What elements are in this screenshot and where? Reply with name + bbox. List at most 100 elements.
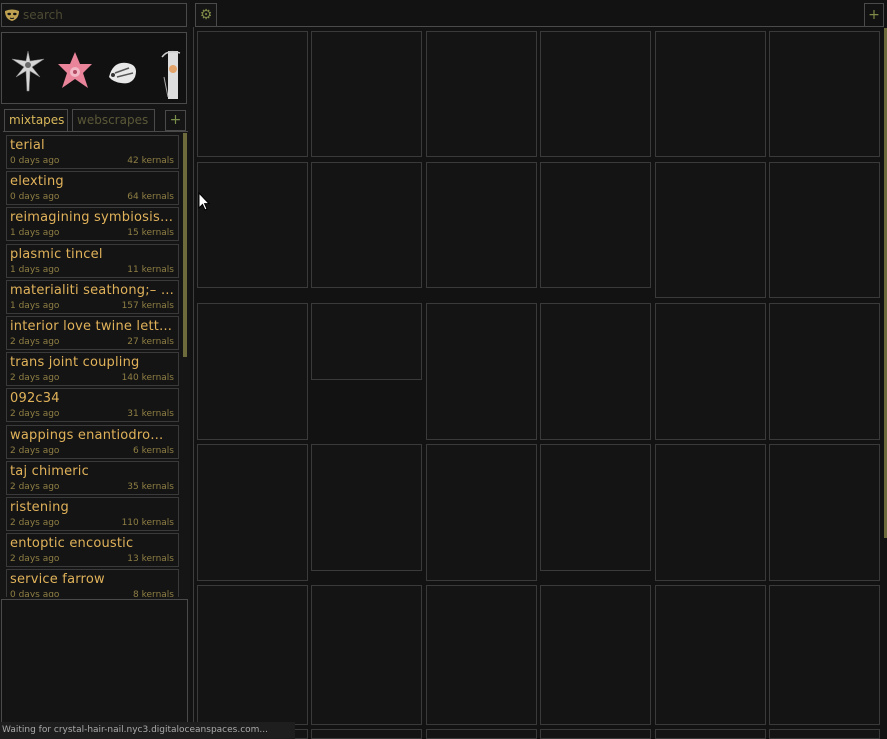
curled-creature-image[interactable] xyxy=(105,53,141,89)
pink-star-image[interactable] xyxy=(57,51,93,91)
list-item[interactable]: reimagining symbiosis a… 1 days ago 15 ker… xyxy=(6,207,179,242)
gear-icon[interactable]: ⚙ xyxy=(195,3,217,27)
mixtape-age: 0 days ago xyxy=(10,590,60,597)
list-item[interactable]: wappings enantiodromol… 2 days ago 6 kerna… xyxy=(6,424,179,459)
kernel-tile[interactable] xyxy=(540,162,651,288)
mixtape-age: 2 days ago xyxy=(10,518,60,528)
kernel-tile[interactable] xyxy=(769,585,880,725)
kernel-tile[interactable] xyxy=(197,31,308,157)
mixtape-age: 2 days ago xyxy=(10,337,60,347)
mixtape-title: wappings enantiodromol… xyxy=(10,427,176,443)
list-item[interactable]: entoptic encoustic 2 days ago 13 kernals xyxy=(6,533,179,568)
kernel-tile[interactable] xyxy=(540,444,651,571)
mixtape-kernel-count: 35 kernals xyxy=(127,481,174,492)
tab-webscrapes[interactable]: webscrapes xyxy=(72,109,155,131)
kernel-tile[interactable] xyxy=(655,162,766,298)
sidebar-scrollbar[interactable] xyxy=(183,133,187,357)
list-item[interactable]: elexting 0 days ago 64 kernals xyxy=(6,171,179,206)
kernel-tile[interactable] xyxy=(769,162,880,298)
mixtape-kernel-count: 8 kernals xyxy=(133,590,174,597)
kernel-tile[interactable] xyxy=(197,444,308,581)
kernel-tile[interactable] xyxy=(197,162,308,288)
mixtape-kernel-count: 6 kernals xyxy=(133,445,174,456)
list-item[interactable]: taj chimeric 2 days ago 35 kernals xyxy=(6,460,179,495)
mixtape-age: 1 days ago xyxy=(10,300,60,311)
kernel-tile[interactable] xyxy=(655,31,766,157)
kernel-tile[interactable] xyxy=(769,444,880,581)
mixtape-age: 0 days ago xyxy=(10,156,60,166)
mixtape-kernel-count: 140 kernals xyxy=(121,373,174,384)
kernel-tile[interactable] xyxy=(769,31,880,157)
kernel-tile[interactable] xyxy=(540,585,651,725)
tab-mixtapes[interactable]: mixtapes xyxy=(4,109,68,131)
mixtape-age: 2 days ago xyxy=(10,554,60,565)
mixtape-age: 1 days ago xyxy=(10,228,60,239)
kernel-tile[interactable] xyxy=(426,31,537,157)
list-item[interactable]: ristening 2 days ago 110 kernals xyxy=(6,497,179,531)
mixtape-title: entoptic encoustic xyxy=(10,536,134,552)
kernel-tile[interactable] xyxy=(769,729,880,739)
kernel-tile[interactable] xyxy=(540,729,651,739)
kernel-tile[interactable] xyxy=(426,162,537,288)
mixtape-title: service farrow xyxy=(10,572,105,588)
kernel-tile[interactable] xyxy=(540,31,651,157)
kernel-tile[interactable] xyxy=(311,729,422,739)
featured-images xyxy=(1,32,187,104)
winged-figure-image[interactable] xyxy=(10,49,46,93)
list-item[interactable]: materialiti seathong;– k… 1 days ago 157 k… xyxy=(6,279,179,314)
sidebar: mixtapes webscrapes + terial 0 days ago 42… xyxy=(0,0,190,739)
mixtape-kernel-count: 110 kernals xyxy=(121,518,174,528)
mixtape-title: terial xyxy=(10,138,45,153)
kernel-tile[interactable] xyxy=(311,585,422,725)
kernel-tile[interactable] xyxy=(540,303,651,440)
kernel-tile[interactable] xyxy=(769,303,880,440)
sidebar-lower-panel xyxy=(1,599,188,723)
kernel-tile[interactable] xyxy=(311,162,422,288)
kernel-tile[interactable] xyxy=(311,444,422,571)
cursor-icon xyxy=(198,192,210,211)
kernel-tile[interactable] xyxy=(311,303,422,380)
mixtape-kernel-count: 15 kernals xyxy=(127,228,174,239)
mixtape-list[interactable]: terial 0 days ago 42 kernals elexting 0 days… xyxy=(3,131,188,597)
search-input[interactable] xyxy=(23,6,183,24)
list-item[interactable]: trans joint coupling 2 days ago 140 kernal… xyxy=(6,352,179,387)
mixtape-title: ristening xyxy=(10,500,69,515)
list-item[interactable]: 092c34 2 days ago 31 kernals xyxy=(6,388,179,423)
mixtape-title: interior love twine lette… xyxy=(10,319,176,334)
mask-icon xyxy=(4,7,20,23)
mixtape-age: 2 days ago xyxy=(10,409,60,420)
mixtape-age: 2 days ago xyxy=(10,373,60,384)
kernel-tile[interactable] xyxy=(311,31,422,157)
kernel-tile[interactable] xyxy=(197,303,308,440)
mixtape-kernel-count: 31 kernals xyxy=(127,409,174,420)
mixtape-age: 2 days ago xyxy=(10,481,60,492)
status-bar: Waiting for crystal-hair-nail.nyc3.digit… xyxy=(0,722,295,739)
kernel-tile[interactable] xyxy=(655,444,766,581)
mixtape-kernel-count: 157 kernals xyxy=(121,300,174,311)
list-item[interactable]: service farrow 0 days ago 8 kernals xyxy=(6,569,179,597)
kernel-tile[interactable] xyxy=(426,444,537,581)
kernel-tile[interactable] xyxy=(655,585,766,725)
add-button[interactable]: + xyxy=(864,3,884,27)
mixtape-kernel-count: 42 kernals xyxy=(127,156,174,166)
kernel-tile[interactable] xyxy=(426,729,537,739)
mixtape-age: 1 days ago xyxy=(10,264,60,275)
mixtape-age: 2 days ago xyxy=(10,445,60,456)
tall-figure-image[interactable] xyxy=(158,47,184,101)
list-item[interactable]: plasmic tincel 1 days ago 11 kernals xyxy=(6,243,179,278)
kernel-tile[interactable] xyxy=(426,303,537,440)
add-tab-button[interactable]: + xyxy=(165,110,186,131)
mixtape-title: taj chimeric xyxy=(10,463,89,479)
mixtape-kernel-count: 13 kernals xyxy=(127,554,174,565)
search-box[interactable] xyxy=(1,3,187,27)
kernel-tile[interactable] xyxy=(197,585,308,725)
kernel-tile[interactable] xyxy=(655,729,766,739)
mixtape-title: trans joint coupling xyxy=(10,355,140,371)
list-item[interactable]: interior love twine lette… 2 days ago 27 k… xyxy=(6,316,179,350)
mixtape-title: plasmic tincel xyxy=(10,246,103,262)
kernel-tile[interactable] xyxy=(655,303,766,440)
kernel-tile[interactable] xyxy=(426,585,537,725)
mixtape-kernel-count: 27 kernals xyxy=(127,337,174,347)
list-item[interactable]: terial 0 days ago 42 kernals xyxy=(6,135,179,169)
mixtape-title: reimagining symbiosis a… xyxy=(10,210,176,226)
